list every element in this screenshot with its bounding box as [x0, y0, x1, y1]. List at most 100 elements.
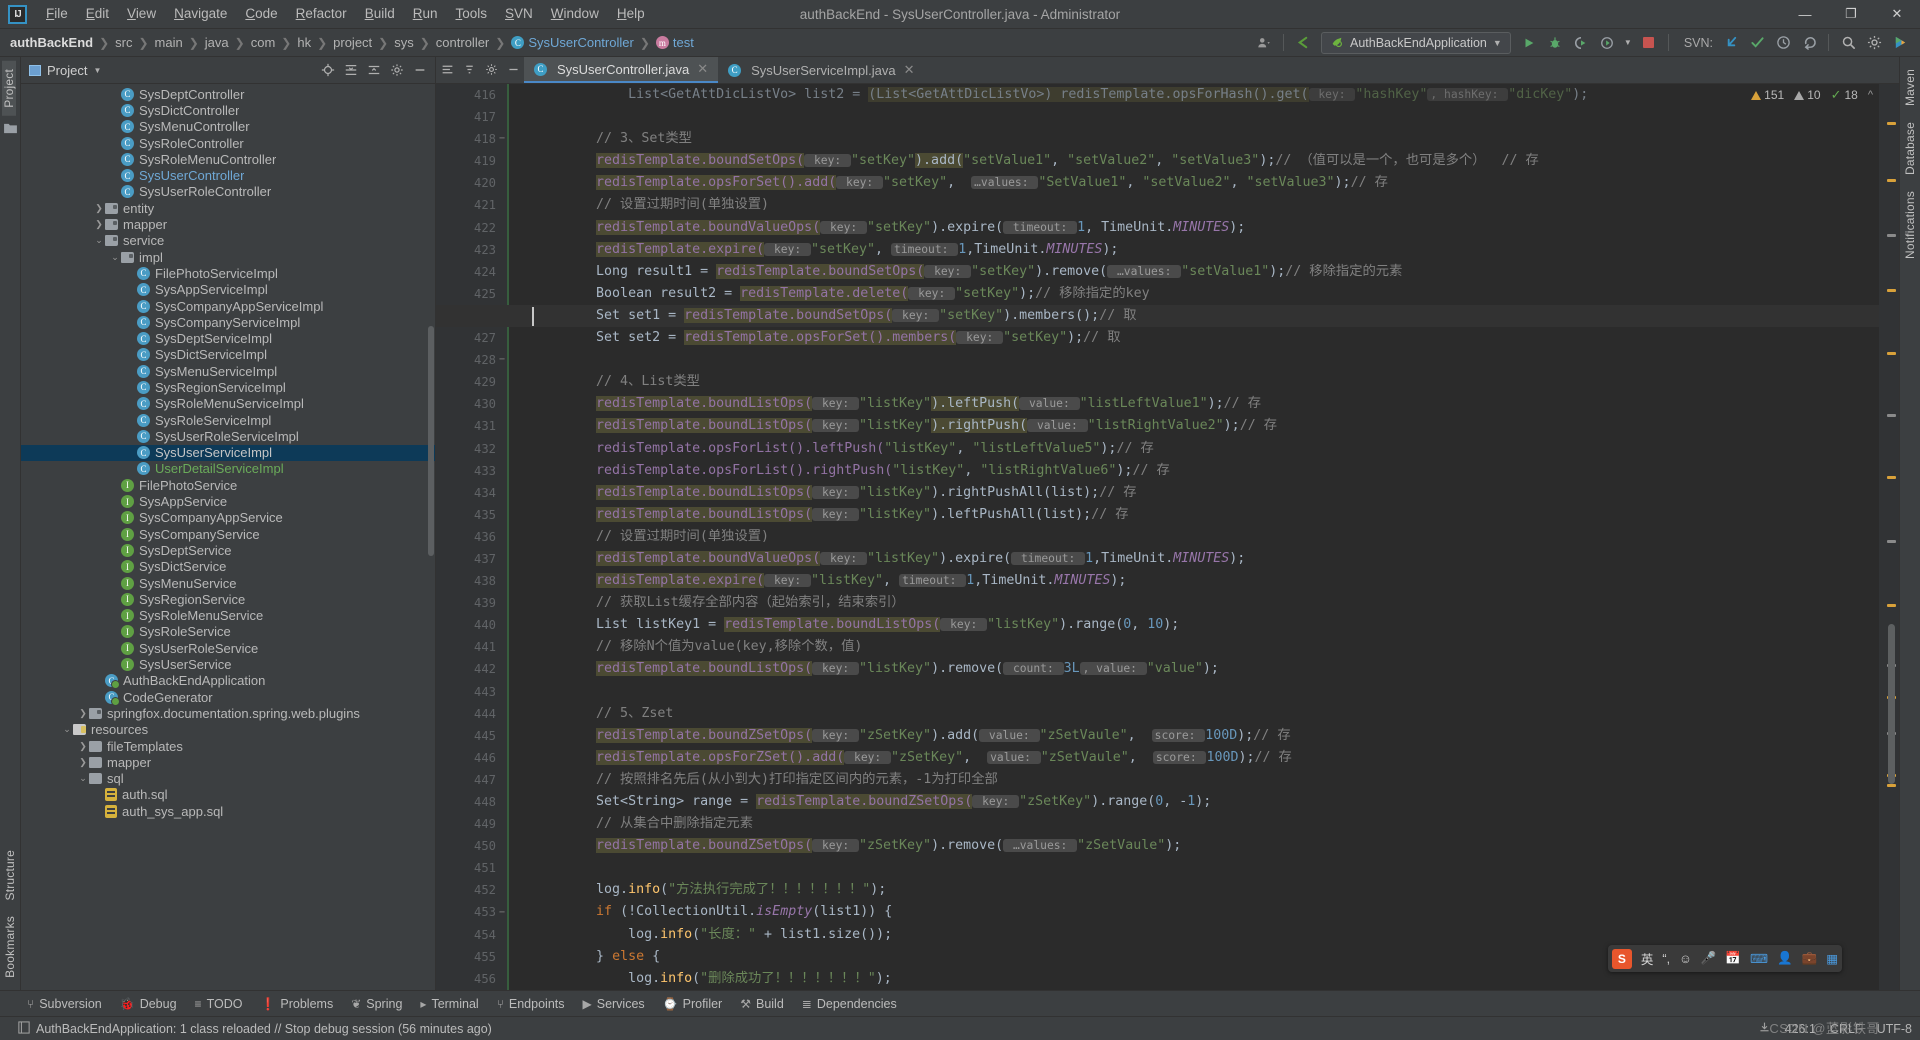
weak-warning-count[interactable]: 10	[1794, 88, 1821, 102]
code-line[interactable]: Set set1 = redisTemplate.boundSetOps( ke…	[532, 305, 1879, 327]
tree-node-mapper[interactable]: ❯ mapper	[21, 216, 435, 232]
code-line[interactable]: log.info("方法执行完成了！！！！！！！");	[532, 879, 1879, 901]
breadcrumb-item-project[interactable]: project	[329, 33, 376, 52]
ime-quote-icon[interactable]: “,	[1662, 952, 1670, 966]
chevron-down-icon[interactable]: ▼	[1621, 32, 1635, 54]
hide-icon[interactable]	[409, 60, 431, 81]
tree-expand-arrow[interactable]: ⌄	[61, 724, 73, 735]
tree-node-syscompanyappserviceimpl[interactable]: C SysCompanyAppServiceImpl	[21, 298, 435, 314]
bottom-tool-problems[interactable]: ❗ Problems	[251, 994, 342, 1014]
tree-node-sysrolecontroller[interactable]: C SysRoleController	[21, 135, 435, 151]
rail-button-bookmarks[interactable]: Bookmarks	[3, 908, 17, 986]
editor-hide-icon[interactable]	[502, 59, 524, 80]
close-icon[interactable]: ✕	[904, 62, 915, 78]
code-line[interactable]: redisTemplate.opsForList().rightPush("li…	[532, 460, 1879, 482]
tree-node-syscompanyservice[interactable]: I SysCompanyService	[21, 526, 435, 542]
tree-node-sysdictserviceimpl[interactable]: C SysDictServiceImpl	[21, 347, 435, 363]
tree-node-authbackendapplication[interactable]: C AuthBackEndApplication	[21, 673, 435, 690]
menu-item-window[interactable]: Window	[542, 1, 608, 27]
locate-icon[interactable]	[317, 60, 339, 81]
code-line[interactable]: // 移除N个值为value(key,移除个数，值)	[532, 636, 1879, 658]
editor-sort-icon[interactable]	[458, 59, 480, 80]
code-line[interactable]: List<GetAttDicListVo> list2 = (List<GetA…	[532, 84, 1879, 106]
breadcrumb-item-sys[interactable]: sys	[390, 33, 418, 52]
menu-item-tools[interactable]: Tools	[447, 1, 497, 27]
code-editor[interactable]: 4164174184194204214224234244254264274284…	[436, 84, 1899, 990]
code-line[interactable]: redisTemplate.boundZSetOps( key: "zSetKe…	[532, 725, 1879, 747]
keyboard-icon[interactable]: ⌨	[1750, 951, 1768, 966]
tree-node-filephotoserviceimpl[interactable]: C FilePhotoServiceImpl	[21, 265, 435, 281]
code-line[interactable]: redisTemplate.opsForZSet().add( key: "zS…	[532, 747, 1879, 769]
expand-all-icon[interactable]	[340, 60, 362, 81]
caret-position[interactable]: 426:1	[1785, 1022, 1816, 1036]
tree-node-sysuserroleservice[interactable]: I SysUserRoleService	[21, 640, 435, 656]
tree-node-sysusercontroller[interactable]: C SysUserController	[21, 167, 435, 183]
source-code[interactable]: List<GetAttDicListVo> list2 = (List<GetA…	[508, 84, 1879, 990]
breadcrumb-item-controller[interactable]: controller	[432, 33, 493, 52]
tree-expand-arrow[interactable]: ⌄	[109, 252, 121, 263]
close-icon[interactable]: ✕	[697, 61, 708, 77]
tree-node-sysuserroleserviceimpl[interactable]: C SysUserRoleServiceImpl	[21, 428, 435, 444]
breadcrumb-item-authbackend[interactable]: authBackEnd	[6, 33, 97, 52]
svn-history-icon[interactable]	[1771, 32, 1795, 54]
menu-item-code[interactable]: Code	[236, 1, 286, 27]
code-line[interactable]: redisTemplate.expire( key: "listKey", ti…	[532, 570, 1879, 592]
menu-item-edit[interactable]: Edit	[77, 1, 118, 27]
code-line[interactable]: // 3、Set类型	[532, 128, 1879, 150]
analysis-marker[interactable]	[1887, 289, 1896, 292]
ide-help-icon[interactable]	[1888, 32, 1912, 54]
project-tree[interactable]: C SysDeptController C SysDictController C Sys…	[21, 84, 435, 990]
stop-button[interactable]	[1637, 32, 1661, 54]
user-settings-icon[interactable]	[1252, 32, 1276, 54]
tree-node-sysappserviceimpl[interactable]: C SysAppServiceImpl	[21, 282, 435, 298]
code-line[interactable]: // 按照排名先后(从小到大)打印指定区间内的元素，-1为打印全部	[532, 769, 1879, 791]
collapse-all-icon[interactable]	[363, 60, 385, 81]
breadcrumb-item-java[interactable]: java	[201, 33, 233, 52]
code-line[interactable]: // 设置过期时间(单独设置)	[532, 526, 1879, 548]
warning-count[interactable]: 151	[1751, 88, 1784, 102]
rail-button-database[interactable]: Database	[1903, 114, 1917, 183]
code-line[interactable]: // 获取List缓存全部内容（起始索引，结束索引）	[532, 592, 1879, 614]
bottom-tool-terminal[interactable]: ▸ Terminal	[411, 994, 487, 1014]
code-line[interactable]: redisTemplate.boundListOps( key: "listKe…	[532, 504, 1879, 526]
code-line[interactable]: redisTemplate.opsForList().leftPush("lis…	[532, 438, 1879, 460]
tree-node-sysappservice[interactable]: I SysAppService	[21, 493, 435, 509]
file-encoding[interactable]: UTF-8	[1877, 1022, 1912, 1036]
bottom-tool-subversion[interactable]: ⑂ Subversion	[18, 994, 111, 1014]
maximize-button[interactable]: ❐	[1828, 0, 1874, 29]
code-line[interactable]: // 设置过期时间(单独设置)	[532, 194, 1879, 216]
tree-node-sysregionservice[interactable]: I SysRegionService	[21, 591, 435, 607]
code-line[interactable]: redisTemplate.boundListOps( key: "listKe…	[532, 393, 1879, 415]
download-icon[interactable]	[1758, 1021, 1771, 1037]
tree-node-sysuserrolecontroller[interactable]: C SysUserRoleController	[21, 184, 435, 200]
sogou-logo-icon[interactable]: S	[1611, 948, 1632, 969]
code-line[interactable]: redisTemplate.opsForSet().add( key: "set…	[532, 172, 1879, 194]
code-line[interactable]: redisTemplate.boundValueOps( key: "setKe…	[532, 217, 1879, 239]
bottom-tool-build[interactable]: ⚒ Build	[731, 994, 793, 1014]
profile-button[interactable]	[1595, 32, 1619, 54]
analysis-marker[interactable]	[1887, 784, 1896, 787]
project-title-group[interactable]: Project ▼	[29, 63, 101, 78]
tree-node-filephotoservice[interactable]: I FilePhotoService	[21, 477, 435, 493]
tree-node-sysuserserviceimpl[interactable]: C SysUserServiceImpl	[21, 444, 435, 461]
tree-node-sysmenucontroller[interactable]: C SysMenuController	[21, 119, 435, 135]
tree-node-impl[interactable]: ⌄ impl	[21, 249, 435, 265]
tree-node-filetemplates[interactable]: ❯ fileTemplates	[21, 738, 435, 754]
code-line[interactable]	[532, 857, 1879, 879]
code-line[interactable]	[532, 106, 1879, 128]
tree-expand-arrow[interactable]: ❯	[77, 741, 89, 752]
analysis-marker[interactable]	[1887, 352, 1896, 355]
bottom-tool-spring[interactable]: ❦ Spring	[342, 994, 411, 1014]
menu-item-svn[interactable]: SVN	[496, 1, 542, 27]
code-line[interactable]: Long result1 = redisTemplate.boundSetOps…	[532, 261, 1879, 283]
tree-node-mapper[interactable]: ❯ mapper	[21, 754, 435, 770]
editor-tab-sysusercontroller-java[interactable]: C SysUserController.java ✕	[524, 57, 719, 83]
code-line[interactable]: log.info("长度：" + list1.size());	[532, 924, 1879, 946]
tree-node-sysmenuserviceimpl[interactable]: C SysMenuServiceImpl	[21, 363, 435, 379]
tree-expand-arrow[interactable]: ⌄	[77, 773, 89, 784]
analysis-marker[interactable]	[1887, 540, 1896, 543]
menu-item-build[interactable]: Build	[356, 1, 404, 27]
code-line[interactable]: // 5、Zset	[532, 703, 1879, 725]
run-with-coverage-button[interactable]	[1569, 32, 1593, 54]
ime-floating-toolbar[interactable]: S 英 “, ☺ 🎤 📅 ⌨ 👤 💼 ▦	[1607, 945, 1842, 972]
